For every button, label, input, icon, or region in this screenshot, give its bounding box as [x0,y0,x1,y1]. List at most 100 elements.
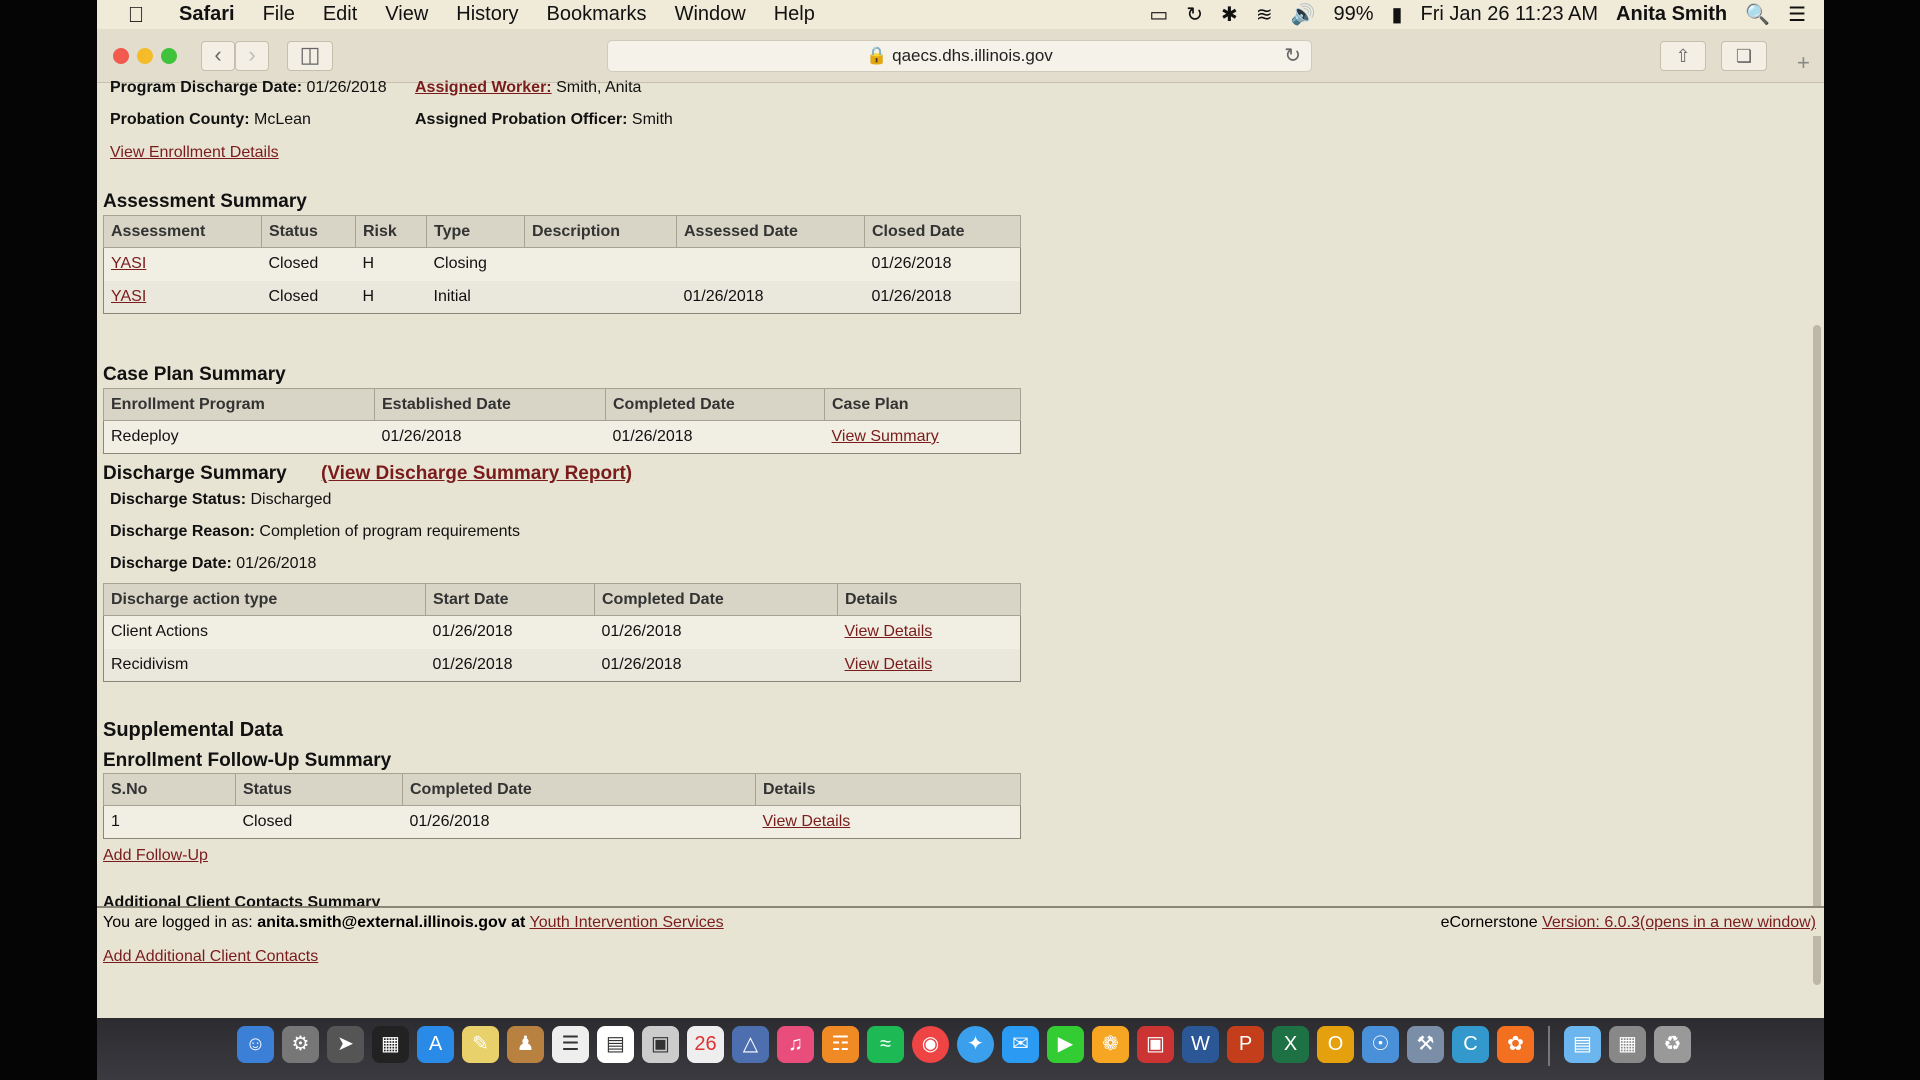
table-row: YASI Closed H Closing 01/26/2018 [104,248,1021,281]
menu-app-name[interactable]: Safari [179,3,235,26]
tab-overview-button[interactable]: ❏ [1721,41,1767,71]
fullscreen-window-button[interactable] [161,48,177,64]
spotify-icon[interactable]: ≈ [867,1026,904,1063]
discharge-actions-table: Discharge action type Start Date Complet… [103,583,1021,682]
time-machine-icon[interactable]: ↻ [1186,2,1203,27]
app-c-icon[interactable]: C [1452,1026,1489,1063]
itunes-icon[interactable]: ♫ [777,1026,814,1063]
safari-icon[interactable]: ✦ [957,1026,994,1063]
pages-icon[interactable]: ▤ [597,1026,634,1063]
wifi-icon[interactable]: ≋ [1256,2,1273,27]
add-additional-contacts-link[interactable]: Add Additional Client Contacts [103,948,318,966]
volume-icon[interactable]: 🔊 [1291,2,1316,27]
menu-history[interactable]: History [456,3,518,26]
menu-view[interactable]: View [385,3,428,26]
preview-icon[interactable]: ▣ [642,1026,679,1063]
photo-booth-icon[interactable]: ▣ [1137,1026,1174,1063]
assigned-worker-value: Smith, Anita [556,79,642,96]
word-icon[interactable]: W [1182,1026,1219,1063]
assigned-worker-link[interactable]: Assigned Worker: [415,79,552,96]
dock: ☺ ⚙ ➤ ▦ A ✎ ♟ ☰ ▤ ▣ 26 △ ♫ ☶ ≈ ◉ ✦ ✉ ▶ ❁… [97,1018,1824,1080]
downloads-folder-icon[interactable]: ▤ [1564,1026,1601,1063]
powerpoint-icon[interactable]: P [1227,1026,1264,1063]
documents-stack-icon[interactable]: ▦ [1609,1026,1646,1063]
photos-icon[interactable]: ❁ [1092,1026,1129,1063]
system-preferences-icon[interactable]: ⚙ [282,1026,319,1063]
spotlight-search-icon[interactable]: 🔍 [1745,2,1770,27]
airplay-icon[interactable]: ▭ [1149,2,1168,27]
view-enrollment-details-link[interactable]: View Enrollment Details [110,144,279,162]
view-details-link[interactable]: View Details [845,623,933,640]
add-follow-up-link[interactable]: Add Follow-Up [103,847,208,865]
menu-window[interactable]: Window [675,3,746,26]
assessment-yasi-link[interactable]: YASI [111,255,146,272]
apple-icon[interactable]:  [115,2,157,28]
utility-icon[interactable]: ⚒ [1407,1026,1444,1063]
textedit-icon[interactable]: ☰ [552,1026,589,1063]
view-details-link[interactable]: View Details [845,656,933,673]
notification-center-icon[interactable]: ☰ [1788,2,1806,27]
cell-risk: H [355,280,427,314]
trash-icon[interactable]: ♻ [1654,1026,1691,1063]
view-discharge-summary-report-link[interactable]: (View Discharge Summary Report) [321,463,632,485]
browser-toolbar: ‹ › ◫ 🔒 qaecs.dhs.illinois.gov ↻ ⇧ ❏ [97,29,1824,83]
bluetooth-icon[interactable]: ✱ [1221,2,1238,27]
cell-assessed-date: 01/26/2018 [676,280,865,314]
cell-type: Closing [433,255,487,273]
user-menu[interactable]: Anita Smith [1616,3,1727,26]
share-button[interactable]: ⇧ [1660,41,1706,71]
back-button[interactable]: ‹ [201,41,235,71]
version-link[interactable]: Version: 6.0.3(opens in a new window) [1542,914,1816,931]
calendar-icon[interactable]: 26 [687,1026,724,1063]
col-start-date: Start Date [425,583,595,616]
app-store-icon[interactable]: A [417,1026,454,1063]
view-summary-link[interactable]: View Summary [832,428,939,445]
new-tab-button[interactable]: + [1797,50,1810,76]
minimize-window-button[interactable] [137,48,153,64]
menu-edit[interactable]: Edit [323,3,357,26]
discharge-date-label: Discharge Date: [110,555,232,572]
cell-completed-date: 01/26/2018 [594,648,838,682]
outlook-icon[interactable]: O [1317,1026,1354,1063]
notes-icon[interactable]: ✎ [462,1026,499,1063]
sidebar-toggle-button[interactable]: ◫ [287,41,333,71]
keynote-icon[interactable]: △ [732,1026,769,1063]
menu-bookmarks[interactable]: Bookmarks [547,3,647,26]
address-bar[interactable]: 🔒 qaecs.dhs.illinois.gov ↻ [607,40,1312,72]
tabs-icon: ❏ [1735,46,1753,66]
forward-button[interactable]: › [235,41,269,71]
program-discharge-date-label: Program Discharge Date: [110,79,303,96]
contacts-icon[interactable]: ♟ [507,1026,544,1063]
reload-icon[interactable]: ↻ [1284,41,1301,71]
menu-file[interactable]: File [263,3,295,26]
messages-icon[interactable]: ✉ [1002,1026,1039,1063]
cell-action-type: Client Actions [111,623,208,641]
network-icon[interactable]: ☉ [1362,1026,1399,1063]
cell-closed-date: 01/26/2018 [864,280,1021,314]
excel-icon[interactable]: X [1272,1026,1309,1063]
view-details-link[interactable]: View Details [763,813,851,830]
battery-icon[interactable]: ▮ [1392,2,1403,27]
chrome-icon[interactable]: ◉ [912,1026,949,1063]
clock[interactable]: Fri Jan 26 11:23 AM [1421,3,1599,26]
col-assessed-date: Assessed Date [676,215,865,248]
app-flower-icon[interactable]: ✿ [1497,1026,1534,1063]
table-row: Client Actions 01/26/2018 01/26/2018 Vie… [104,616,1021,649]
vertical-scrollbar[interactable] [1813,325,1821,985]
enrollment-follow-up-summary-heading: Enrollment Follow-Up Summary [103,750,392,771]
assessment-yasi-link[interactable]: YASI [111,288,146,305]
url-text: qaecs.dhs.illinois.gov [892,46,1053,65]
program-discharge-date-row: Program Discharge Date: 01/26/2018 [110,79,387,97]
ibooks-icon[interactable]: ☶ [822,1026,859,1063]
close-window-button[interactable] [113,48,129,64]
finder-icon[interactable]: ☺ [237,1026,274,1063]
facetime-icon[interactable]: ▶ [1047,1026,1084,1063]
cell-completed-date: 01/26/2018 [409,813,490,830]
launchpad-icon[interactable]: ➤ [327,1026,364,1063]
col-closed-date: Closed Date [864,215,1021,248]
menu-help[interactable]: Help [774,3,815,26]
cell-start-date: 01/26/2018 [425,648,595,682]
mission-control-icon[interactable]: ▦ [372,1026,409,1063]
organization-link[interactable]: Youth Intervention Services [529,914,723,931]
logged-in-email: anita.smith@external.illinois.gov [257,914,507,931]
